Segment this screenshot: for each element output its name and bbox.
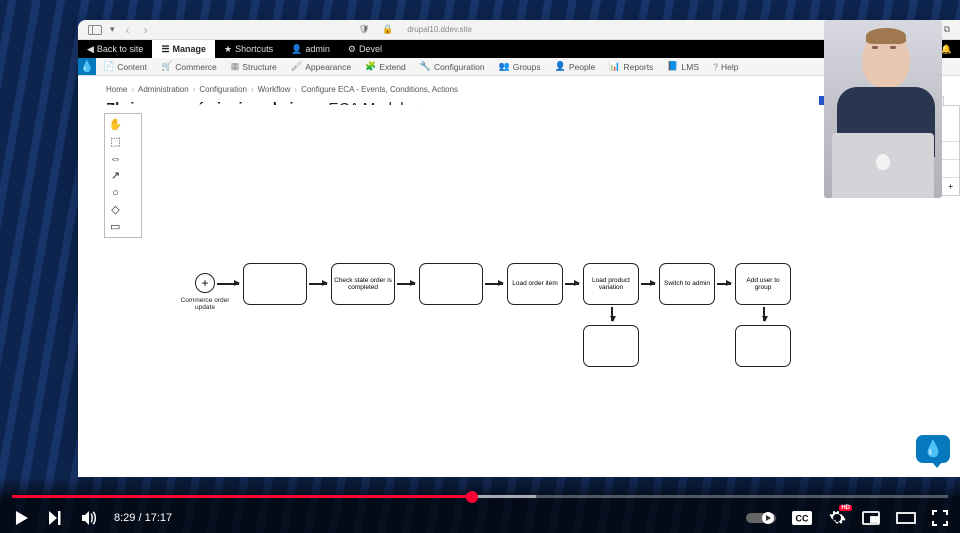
breadcrumb-item[interactable]: Administration xyxy=(138,85,189,94)
star-icon: ★ xyxy=(224,44,232,55)
file-icon: 📄 xyxy=(103,61,114,72)
breadcrumb-item[interactable]: Configure ECA - Events, Conditions, Acti… xyxy=(301,85,458,94)
menu-groups[interactable]: 👥Groups xyxy=(492,58,548,75)
groups-icon: 👥 xyxy=(499,61,510,72)
scrubber-thumb[interactable] xyxy=(466,491,478,503)
breadcrumb: Home› Administration› Configuration› Wor… xyxy=(106,85,944,94)
cube-icon: ▦ xyxy=(231,61,240,72)
played-bar xyxy=(12,495,472,498)
sequence-flow[interactable] xyxy=(641,283,655,285)
sequence-flow[interactable] xyxy=(717,283,731,285)
breadcrumb-item[interactable]: Configuration xyxy=(199,85,247,94)
gear-icon: ⚙ xyxy=(348,44,356,55)
sequence-flow[interactable] xyxy=(485,283,503,285)
autoplay-toggle[interactable] xyxy=(746,511,776,525)
menu-help[interactable]: ?Help xyxy=(706,58,746,75)
menu-configuration[interactable]: 🔧Configuration xyxy=(413,58,492,75)
menu-commerce[interactable]: 🛒Commerce xyxy=(154,58,224,75)
menu-people[interactable]: 👤People xyxy=(548,58,603,75)
manage-tab[interactable]: ☰Manage xyxy=(152,40,215,58)
task-node[interactable] xyxy=(243,263,307,305)
progress-bar[interactable] xyxy=(12,495,948,498)
task-node[interactable]: Switch to admin xyxy=(659,263,715,305)
drupal-chat-bubble[interactable]: 💧 xyxy=(916,435,950,463)
start-event-tool-icon[interactable]: ○ xyxy=(108,185,123,200)
admin-user-tab[interactable]: 👤admin xyxy=(282,40,339,58)
back-to-site-button[interactable]: ◀Back to site xyxy=(78,40,152,58)
sequence-flow[interactable] xyxy=(397,283,415,285)
start-event[interactable]: + xyxy=(195,273,215,293)
book-icon: 📘 xyxy=(667,61,678,72)
settings-button[interactable]: HD xyxy=(828,509,846,527)
shortcuts-tab[interactable]: ★Shortcuts xyxy=(215,40,282,58)
menu-reports[interactable]: 📊Reports xyxy=(602,58,660,75)
task-tool-icon[interactable]: ▭ xyxy=(108,219,138,234)
task-node[interactable]: Load order item xyxy=(507,263,563,305)
fullscreen-button[interactable] xyxy=(932,510,948,526)
sequence-flow[interactable] xyxy=(611,307,613,321)
hamburger-icon: ☰ xyxy=(161,44,169,55)
play-button[interactable] xyxy=(12,509,30,527)
time-display: 8:29 / 17:17 xyxy=(114,512,172,524)
task-node[interactable] xyxy=(735,325,791,367)
sequence-flow[interactable] xyxy=(217,283,239,285)
svg-text:CC: CC xyxy=(796,514,809,524)
task-node[interactable]: Check state order is completed xyxy=(331,263,395,305)
apple-logo-icon xyxy=(876,154,890,170)
devel-tab[interactable]: ⚙Devel xyxy=(339,40,391,58)
task-node[interactable]: Load product variation xyxy=(583,263,639,305)
video-controls: 8:29 / 17:17 CC HD xyxy=(0,477,960,533)
tool-palette: ✋ ⬚ ⇔ ↗ ○ ◇ ▭ xyxy=(104,113,142,238)
back-arrow-icon[interactable]: ‹ xyxy=(123,23,133,37)
wrench-icon: 🔧 xyxy=(420,61,431,72)
chart-icon: 📊 xyxy=(609,61,620,72)
start-event-label: Commerce order update xyxy=(177,297,233,311)
sequence-flow[interactable] xyxy=(565,283,579,285)
menu-structure[interactable]: ▦Structure xyxy=(224,58,284,75)
theater-button[interactable] xyxy=(896,511,916,525)
next-button[interactable] xyxy=(46,509,64,527)
hand-tool-icon[interactable]: ✋ xyxy=(108,117,123,132)
task-node[interactable] xyxy=(419,263,483,305)
task-node[interactable] xyxy=(583,325,639,367)
menu-lms[interactable]: 📘LMS xyxy=(660,58,706,75)
breadcrumb-item[interactable]: Home xyxy=(106,85,127,94)
presenter-webcam xyxy=(824,20,942,198)
menu-content[interactable]: 📄Content xyxy=(96,58,154,75)
space-tool-icon[interactable]: ⇔ xyxy=(108,151,123,166)
lasso-tool-icon[interactable]: ⬚ xyxy=(108,134,123,149)
gateway-tool-icon[interactable]: ◇ xyxy=(108,202,123,217)
connect-tool-icon[interactable]: ↗ xyxy=(108,168,123,183)
miniplayer-button[interactable] xyxy=(862,511,880,525)
tab-dropdown-icon[interactable]: ▾ xyxy=(110,24,115,35)
url-text[interactable]: drupal10.ddev.site xyxy=(407,25,472,34)
shield-icon[interactable]: 🛡 xyxy=(359,24,370,35)
breadcrumb-item[interactable]: Workflow xyxy=(258,85,291,94)
drupal-logo-icon[interactable]: 💧 xyxy=(78,58,96,75)
sidebar-toggle-icon[interactable] xyxy=(88,25,102,35)
forward-arrow-icon[interactable]: › xyxy=(141,23,151,37)
person-icon: 👤 xyxy=(555,61,566,72)
puzzle-icon: 🧩 xyxy=(365,61,376,72)
tabs-icon[interactable]: ⧉ xyxy=(944,24,950,35)
sequence-flow[interactable] xyxy=(763,307,765,321)
brush-icon: 🖌 xyxy=(291,61,302,72)
plus-icon[interactable]: + xyxy=(948,182,953,191)
lock-icon: 🔒 xyxy=(382,24,393,35)
menu-appearance[interactable]: 🖌Appearance xyxy=(284,58,358,75)
volume-button[interactable] xyxy=(80,509,98,527)
task-node[interactable]: Add user to group xyxy=(735,263,791,305)
menu-extend[interactable]: 🧩Extend xyxy=(358,58,413,75)
question-icon: ? xyxy=(713,62,718,72)
cart-icon: 🛒 xyxy=(161,61,172,72)
caret-left-icon: ◀ xyxy=(87,44,94,55)
user-icon: 👤 xyxy=(291,44,302,55)
captions-button[interactable]: CC xyxy=(792,511,812,525)
sequence-flow[interactable] xyxy=(309,283,327,285)
hd-badge: HD xyxy=(839,505,852,511)
